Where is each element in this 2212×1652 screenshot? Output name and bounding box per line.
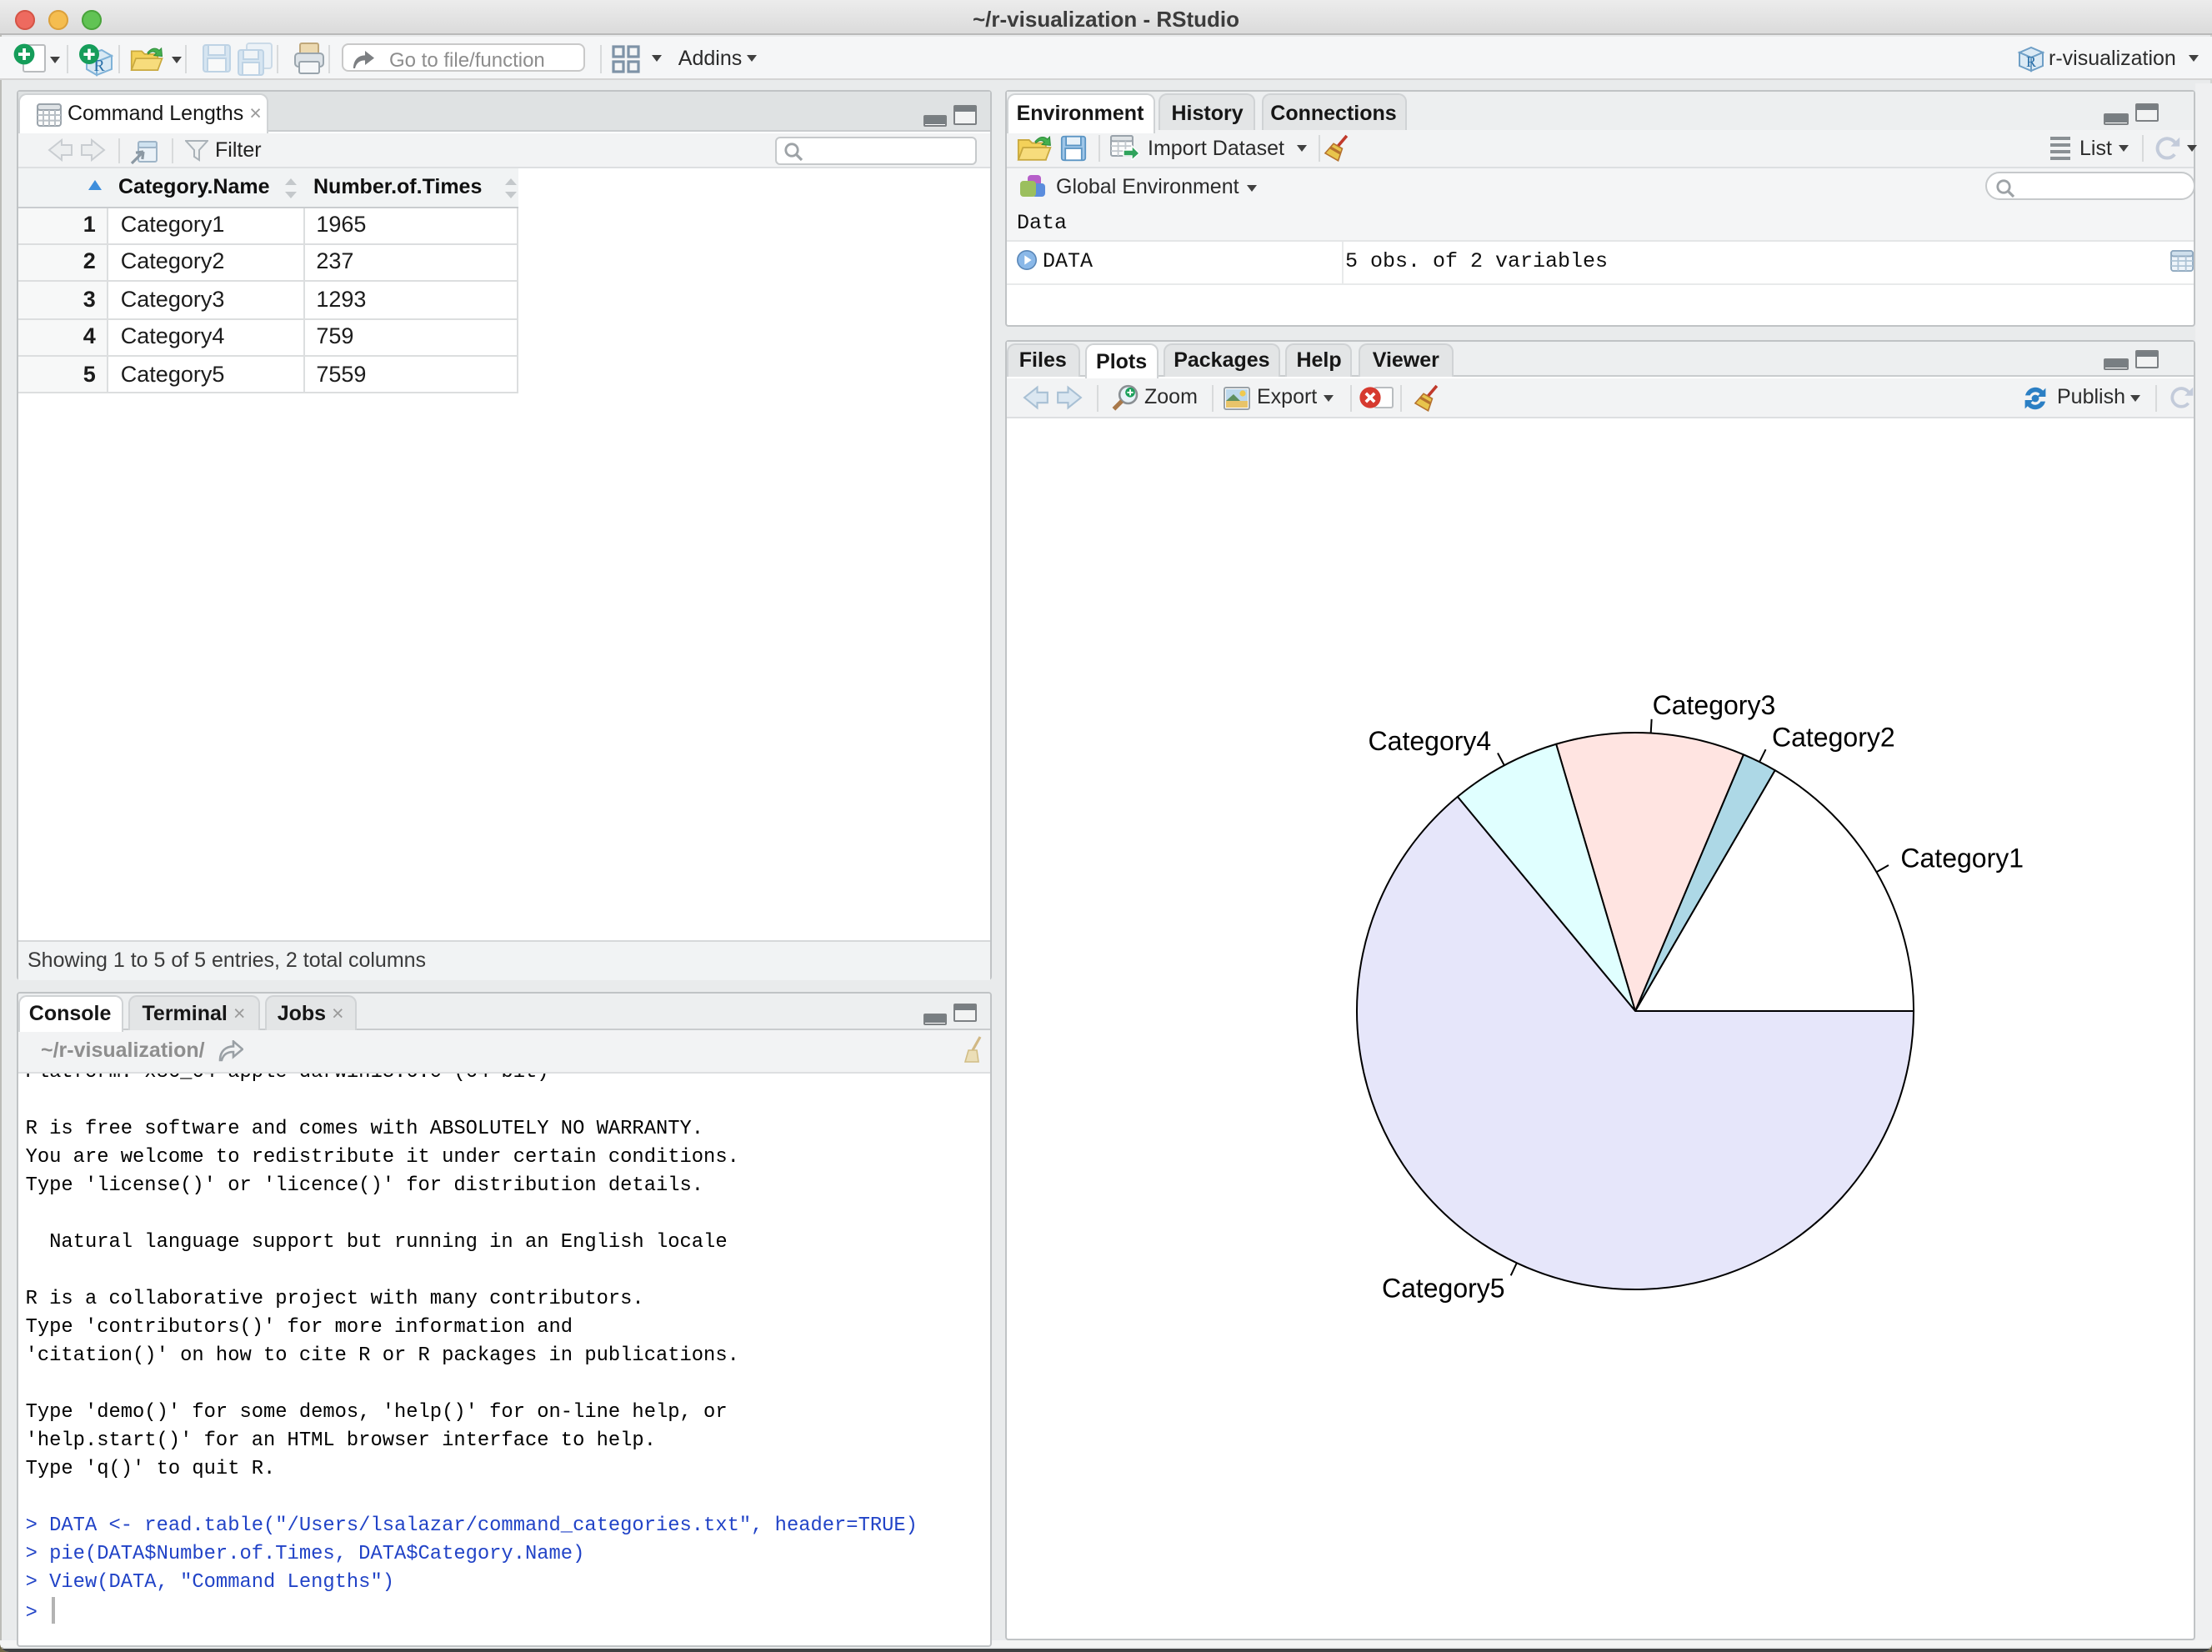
- svg-text:Category4: Category4: [1368, 725, 1491, 755]
- svg-text:R: R: [2026, 53, 2036, 69]
- svg-text:Category3: Category3: [1652, 690, 1775, 720]
- svg-text:Category2: Category2: [1771, 722, 1894, 752]
- svg-text:Category5: Category5: [1381, 1273, 1504, 1303]
- svg-text:Category1: Category1: [1899, 843, 2023, 873]
